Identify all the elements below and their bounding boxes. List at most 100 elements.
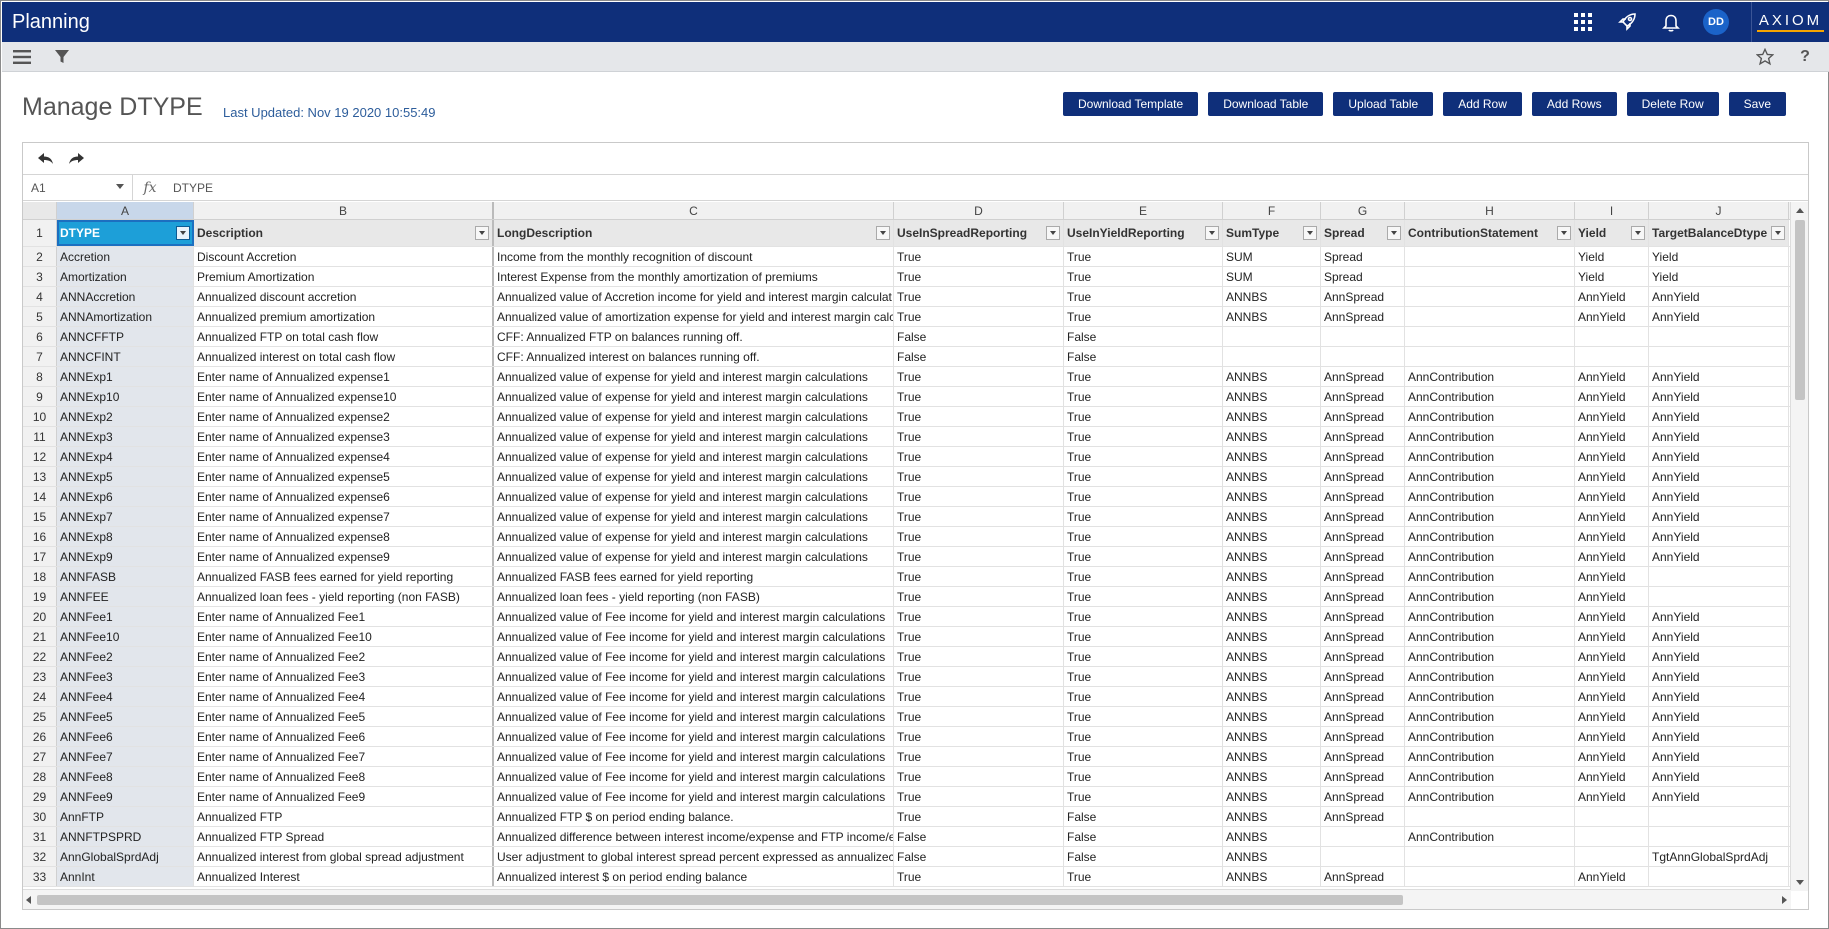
grid-cell[interactable]: AnnYield [1649,447,1789,466]
grid-cell[interactable]: Annualized value of Fee income for yield… [494,627,894,646]
grid-cell[interactable]: Enter name of Annualized expense6 [194,487,494,506]
grid-cell[interactable]: ANNBS [1223,647,1321,666]
grid-cell[interactable]: ANNFee2 [57,647,194,666]
grid-cell[interactable] [1405,847,1575,866]
filter-dropdown-icon[interactable] [1387,226,1401,240]
grid-cell[interactable]: ANNFEE [57,587,194,606]
grid-cell[interactable]: True [894,807,1064,826]
row-number[interactable]: 14 [23,487,57,506]
grid-cell[interactable]: ANNBS [1223,447,1321,466]
grid-cell[interactable]: Annualized value of expense for yield an… [494,407,894,426]
header-cell-useinyieldreporting[interactable]: UseInYieldReporting [1064,220,1223,246]
row-number[interactable]: 13 [23,467,57,486]
grid-cell[interactable]: Income from the monthly recognition of d… [494,247,894,266]
delete-row-button[interactable]: Delete Row [1626,92,1719,116]
grid-cell[interactable]: AnnContribution [1405,767,1575,786]
grid-cell[interactable]: AnnYield [1575,787,1649,806]
grid-cell[interactable]: True [894,867,1064,886]
grid-cell[interactable]: AnnYield [1575,867,1649,886]
grid-cell[interactable]: User adjustment to global interest sprea… [494,847,894,866]
row-number[interactable]: 32 [23,847,57,866]
grid-cell[interactable]: TgtAnnGlobalSprdAdj [1649,847,1789,866]
grid-cell[interactable]: Annualized FTP on total cash flow [194,327,494,346]
grid-cell[interactable]: Enter name of Annualized Fee5 [194,707,494,726]
grid-cell[interactable]: AnnYield [1575,407,1649,426]
grid-cell[interactable] [1321,827,1405,846]
grid-cell[interactable] [1649,807,1789,826]
grid-cell[interactable]: Amortization [57,267,194,286]
grid-cell[interactable]: AnnContribution [1405,627,1575,646]
grid-cell[interactable]: ANNBS [1223,707,1321,726]
grid-cell[interactable]: AnnContribution [1405,747,1575,766]
column-letter-c[interactable]: C [494,202,894,219]
grid-cell[interactable]: ANNBS [1223,407,1321,426]
grid-cell[interactable]: ANNBS [1223,507,1321,526]
grid-cell[interactable]: Enter name of Annualized expense4 [194,447,494,466]
grid-cell[interactable] [1649,587,1789,606]
grid-cell[interactable]: AnnSpread [1321,507,1405,526]
row-number[interactable]: 7 [23,347,57,366]
grid-cell[interactable]: False [1064,827,1223,846]
grid-apps-icon[interactable] [1561,2,1605,42]
grid-cell[interactable] [1649,567,1789,586]
grid-cell[interactable]: Annualized value of Accretion income for… [494,287,894,306]
grid-cell[interactable]: ANNBS [1223,547,1321,566]
column-letter-b[interactable]: B [194,202,494,219]
grid-cell[interactable]: AnnYield [1575,747,1649,766]
filter-dropdown-icon[interactable] [876,226,890,240]
grid-cell[interactable]: Yield [1649,247,1789,266]
grid-cell[interactable]: False [894,327,1064,346]
grid-cell[interactable]: True [1064,627,1223,646]
grid-cell[interactable]: CFF: Annualized FTP on balances running … [494,327,894,346]
grid-cell[interactable]: AnnSpread [1321,467,1405,486]
grid-cell[interactable]: Annualized value of expense for yield an… [494,367,894,386]
grid-cell[interactable]: True [1064,527,1223,546]
grid-cell[interactable]: True [894,467,1064,486]
grid-cell[interactable]: ANNBS [1223,867,1321,886]
grid-cell[interactable]: ANNBS [1223,607,1321,626]
grid-cell[interactable]: Enter name of Annualized expense1 [194,367,494,386]
filter-dropdown-icon[interactable] [176,226,190,240]
grid-cell[interactable]: Enter name of Annualized expense3 [194,427,494,446]
grid-cell[interactable]: AnnContribution [1405,527,1575,546]
grid-cell[interactable]: Enter name of Annualized expense9 [194,547,494,566]
grid-cell[interactable]: True [1064,867,1223,886]
grid-cell[interactable]: AnnYield [1649,647,1789,666]
grid-cell[interactable]: AnnSpread [1321,527,1405,546]
grid-cell[interactable]: True [894,727,1064,746]
grid-cell[interactable]: Yield [1575,247,1649,266]
grid-cell[interactable]: AnnYield [1649,507,1789,526]
grid-cell[interactable]: AnnYield [1575,727,1649,746]
grid-cell[interactable] [1405,307,1575,326]
grid-cell[interactable]: True [894,607,1064,626]
grid-cell[interactable]: Annualized loan fees - yield reporting (… [194,587,494,606]
grid-cell[interactable]: True [1064,607,1223,626]
column-letter-g[interactable]: G [1321,202,1405,219]
grid-cell[interactable]: Annualized value of expense for yield an… [494,487,894,506]
grid-cell[interactable]: Annualized interest on total cash flow [194,347,494,366]
grid-cell[interactable]: ANNBS [1223,427,1321,446]
row-number[interactable]: 1 [23,220,57,246]
grid-cell[interactable]: Annualized value of Fee income for yield… [494,647,894,666]
grid-cell[interactable]: ANNFee1 [57,607,194,626]
grid-cell[interactable]: Enter name of Annualized expense10 [194,387,494,406]
column-letter-d[interactable]: D [894,202,1064,219]
grid-cell[interactable]: Annualized value of expense for yield an… [494,527,894,546]
grid-cell[interactable]: ANNBS [1223,307,1321,326]
grid-cell[interactable]: ANNCFFTP [57,327,194,346]
grid-cell[interactable]: AnnContribution [1405,667,1575,686]
filter-dropdown-icon[interactable] [1046,226,1060,240]
grid-cell[interactable]: Annualized interest $ on period ending b… [494,867,894,886]
grid-cell[interactable]: True [894,687,1064,706]
row-number[interactable]: 20 [23,607,57,626]
grid-cell[interactable]: ANNExp1 [57,367,194,386]
row-number[interactable]: 19 [23,587,57,606]
grid-cell[interactable]: Annualized value of expense for yield an… [494,427,894,446]
filter-dropdown-icon[interactable] [1631,226,1645,240]
grid-cell[interactable]: AnnContribution [1405,367,1575,386]
grid-cell[interactable]: AnnContribution [1405,587,1575,606]
grid-cell[interactable]: True [894,647,1064,666]
grid-cell[interactable]: True [894,407,1064,426]
grid-cell[interactable]: AnnYield [1575,647,1649,666]
grid-cell[interactable] [1405,267,1575,286]
